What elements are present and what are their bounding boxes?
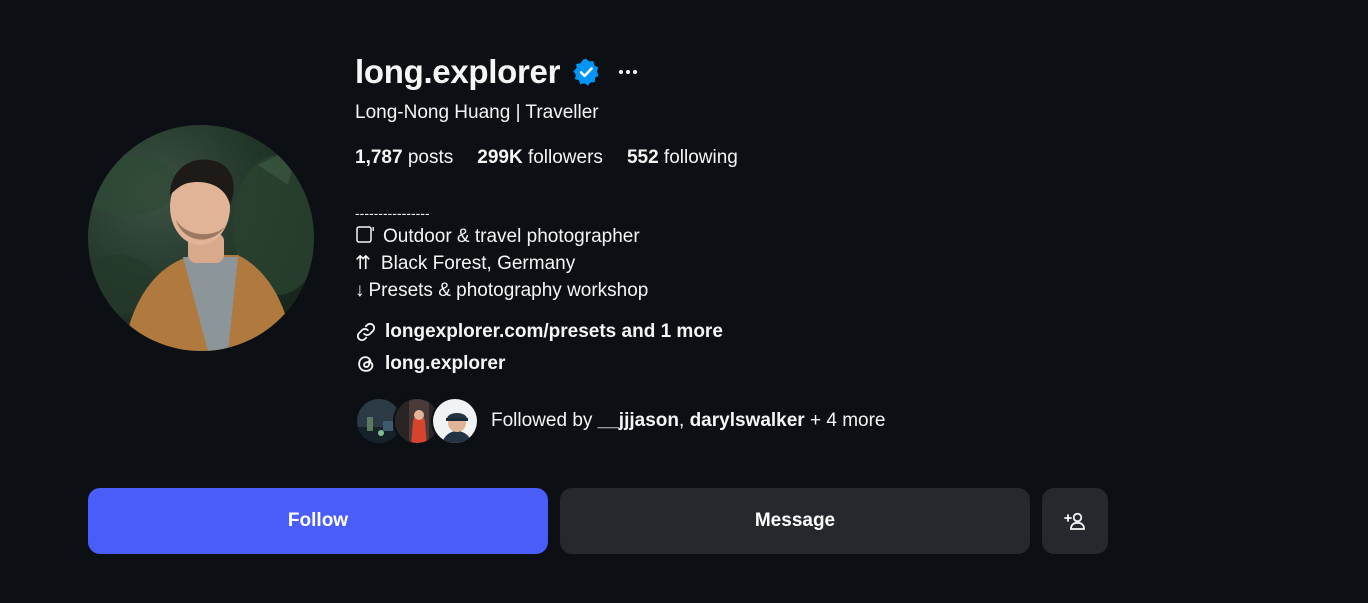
profile-avatar[interactable] bbox=[88, 125, 314, 351]
bio-divider: ---------------- bbox=[355, 205, 430, 221]
bio-line-1-text: Outdoor & travel photographer bbox=[383, 226, 640, 247]
message-button[interactable]: Message bbox=[560, 488, 1030, 554]
followers-count: 299K bbox=[477, 147, 523, 168]
followed-by-suffix: + 4 more bbox=[809, 410, 886, 431]
follower-avatars bbox=[355, 397, 479, 445]
bio-line-3-text: Presets & photography workshop bbox=[368, 280, 649, 301]
bio-line-2-prefix: ⇈ bbox=[355, 253, 371, 274]
followed-by-text: Followed by __jjjason, darylswalker + 4 … bbox=[491, 410, 886, 432]
followed-by[interactable]: Followed by __jjjason, darylswalker + 4 … bbox=[355, 397, 886, 445]
posts-label: posts bbox=[407, 147, 454, 168]
follower-avatar bbox=[431, 397, 479, 445]
followed-by-prefix: Followed by bbox=[491, 410, 593, 431]
threads-link[interactable]: long.explorer bbox=[355, 353, 505, 375]
profile-bio: ---------------- Outdoor & travel photog… bbox=[355, 203, 648, 304]
link-icon bbox=[355, 321, 377, 343]
followed-by-separator: , bbox=[679, 410, 685, 431]
following-label: following bbox=[663, 147, 738, 168]
follow-button[interactable]: Follow bbox=[88, 488, 548, 554]
followers-stat[interactable]: 299K followers bbox=[477, 147, 603, 169]
following-count: 552 bbox=[626, 147, 659, 168]
threads-icon bbox=[355, 353, 377, 375]
profile-stats: 1,787 posts 299K followers 552 following bbox=[355, 147, 762, 169]
bio-line-3: ↓ Presets & photography workshop bbox=[355, 277, 648, 304]
website-link[interactable]: longexplorer.com/presets and 1 more bbox=[355, 321, 723, 343]
profile-username: long.explorer bbox=[355, 53, 561, 90]
followed-by-user-2[interactable]: darylswalker bbox=[690, 410, 805, 431]
threads-link-text[interactable]: long.explorer bbox=[385, 353, 505, 375]
website-link-text[interactable]: longexplorer.com/presets and 1 more bbox=[385, 321, 723, 343]
verified-badge-icon bbox=[572, 58, 600, 86]
profile-page: long.explorer Long-Nong Huang | Travelle… bbox=[0, 0, 1368, 603]
profile-header: long.explorer bbox=[355, 52, 638, 92]
following-stat[interactable]: 552 following bbox=[627, 147, 738, 169]
bio-line-3-prefix: ↓ bbox=[355, 280, 365, 301]
suggested-users-button[interactable] bbox=[1042, 488, 1108, 554]
more-options-icon[interactable] bbox=[618, 62, 638, 82]
followed-by-user-1[interactable]: __jjjason bbox=[598, 410, 679, 431]
bio-line-2: ⇈ Black Forest, Germany bbox=[355, 250, 648, 277]
followers-label: followers bbox=[527, 147, 603, 168]
posts-count: 1,787 bbox=[355, 147, 403, 168]
camera-icon bbox=[355, 224, 375, 243]
add-user-icon bbox=[1063, 509, 1087, 533]
bio-line-1: Outdoor & travel photographer bbox=[355, 223, 648, 250]
bio-line-2-text: Black Forest, Germany bbox=[380, 253, 576, 274]
posts-stat[interactable]: 1,787 posts bbox=[355, 147, 453, 169]
profile-full-name: Long-Nong Huang | Traveller bbox=[355, 102, 599, 123]
